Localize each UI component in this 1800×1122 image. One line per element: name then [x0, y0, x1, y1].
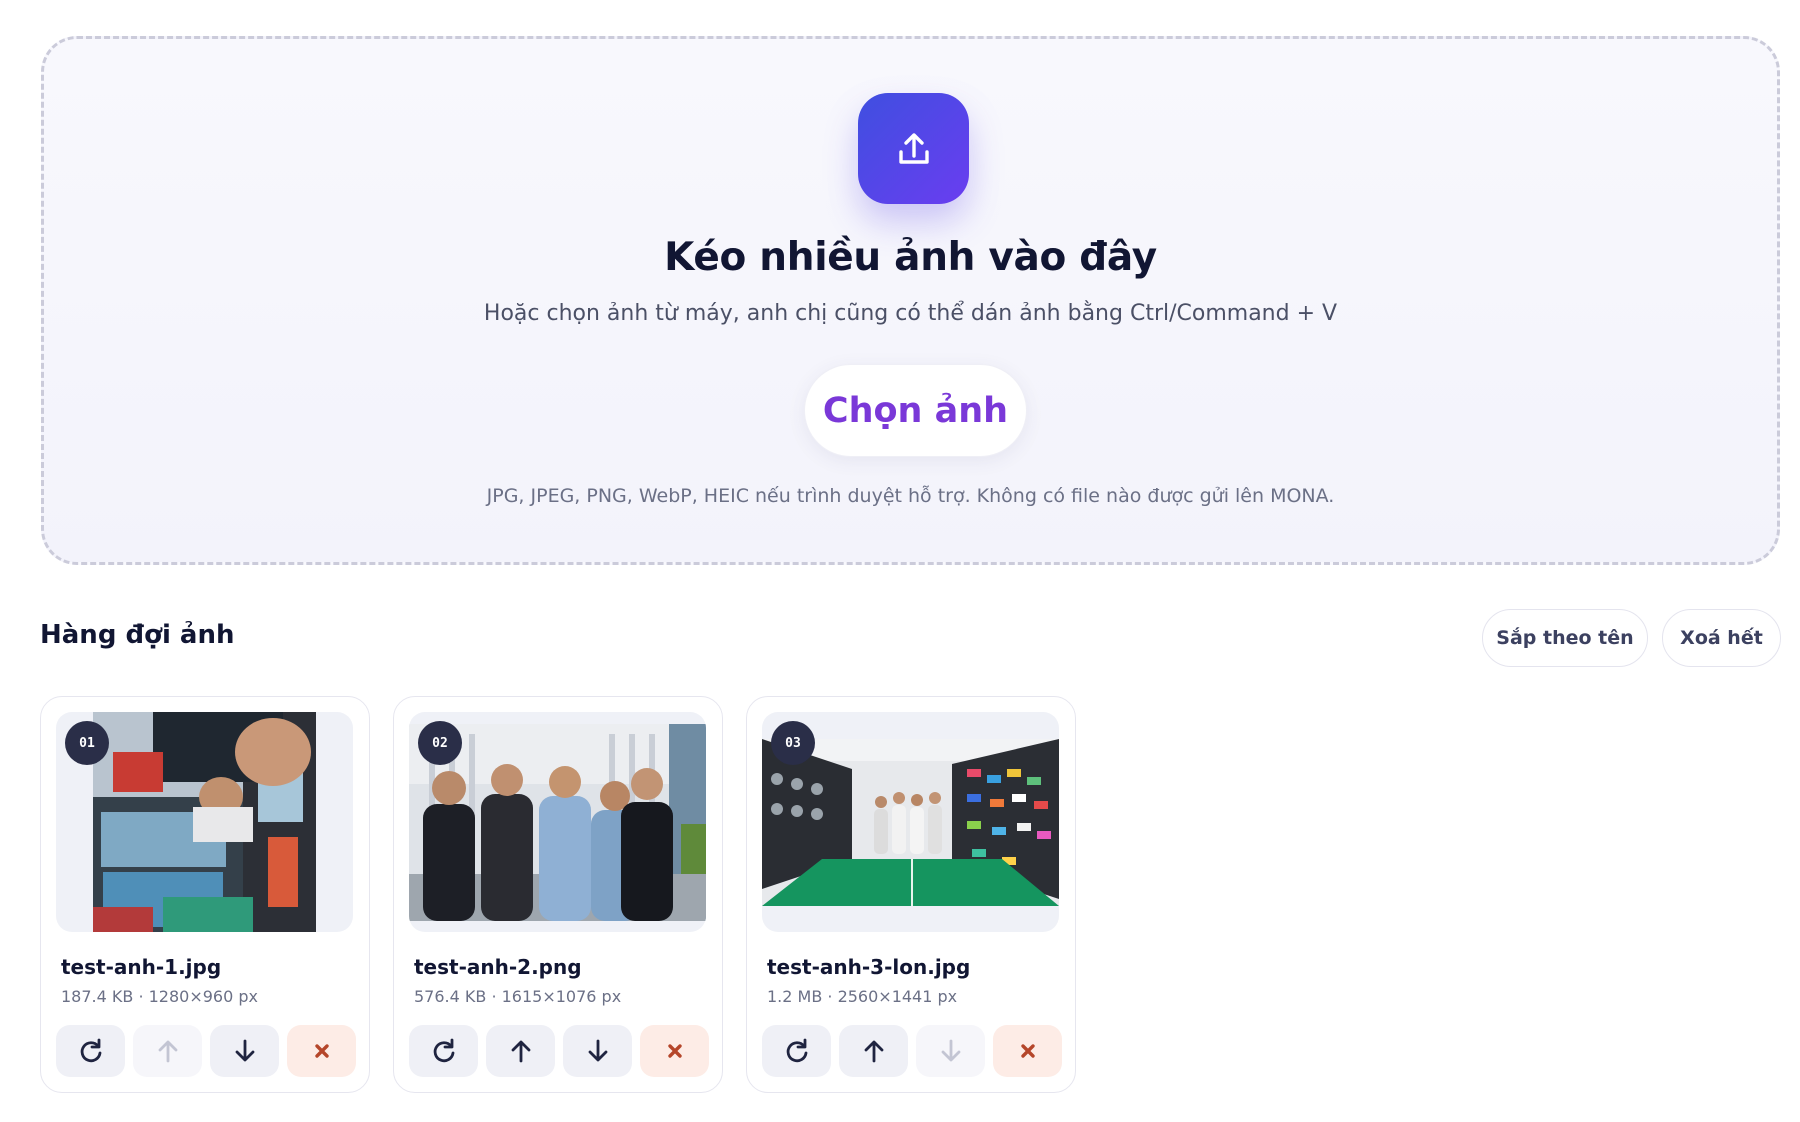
rotate-button[interactable] [56, 1025, 125, 1077]
queue-index-badge: 02 [418, 721, 462, 765]
file-meta: 187.4 KB · 1280×960 px [61, 987, 258, 1006]
queue-card: 01 test-anh-1.jpg 187.4 KB · 1280×960 px [40, 696, 370, 1093]
arrow-up-icon [158, 1040, 177, 1063]
remove-button[interactable] [993, 1025, 1062, 1077]
queue-card: 03 test-anh-3-lon.jpg 1.2 MB · 2560×1441… [746, 696, 1076, 1093]
image-dropzone[interactable]: Kéo nhiều ảnh vào đây Hoặc chọn ảnh từ m… [41, 36, 1780, 565]
move-down-button[interactable] [916, 1025, 985, 1077]
queue-title: Hàng đợi ảnh [40, 620, 235, 650]
rotate-button[interactable] [762, 1025, 831, 1077]
move-up-button[interactable] [133, 1025, 202, 1077]
sort-by-name-button[interactable]: Sắp theo tên [1482, 609, 1648, 667]
rotate-icon [80, 1038, 101, 1063]
arrow-down-icon [235, 1039, 254, 1062]
choose-images-button[interactable]: Chọn ảnh [804, 364, 1027, 457]
remove-button[interactable] [287, 1025, 356, 1077]
dropzone-title: Kéo nhiều ảnh vào đây [664, 235, 1157, 280]
file-meta: 1.2 MB · 2560×1441 px [767, 987, 958, 1006]
rotate-icon [433, 1038, 454, 1063]
queue-index-badge: 01 [65, 721, 109, 765]
move-down-button[interactable] [210, 1025, 279, 1077]
upload-icon [858, 93, 969, 204]
queue-card: 02 test-anh-2.png 576.4 KB · 1615×1076 p… [393, 696, 723, 1093]
arrow-down-icon [588, 1039, 607, 1062]
rotate-button[interactable] [409, 1025, 478, 1077]
remove-button[interactable] [640, 1025, 709, 1077]
arrow-up-icon [511, 1040, 530, 1063]
move-up-button[interactable] [839, 1025, 908, 1077]
move-up-button[interactable] [486, 1025, 555, 1077]
image-thumbnail: 02 [409, 712, 706, 932]
remove-icon [667, 1044, 682, 1058]
clear-all-button[interactable]: Xoá hết [1662, 609, 1781, 667]
file-name: test-anh-3-lon.jpg [767, 955, 971, 979]
file-name: test-anh-2.png [414, 955, 582, 979]
image-thumbnail: 01 [56, 712, 353, 932]
move-down-button[interactable] [563, 1025, 632, 1077]
file-name: test-anh-1.jpg [61, 955, 222, 979]
arrow-up-icon [864, 1040, 883, 1063]
file-meta: 576.4 KB · 1615×1076 px [414, 987, 622, 1006]
dropzone-subtitle: Hoặc chọn ảnh từ máy, anh chị cũng có th… [483, 301, 1338, 326]
rotate-icon [786, 1038, 807, 1063]
queue-index-badge: 03 [771, 721, 815, 765]
dropzone-note: JPG, JPEG, PNG, WebP, HEIC nếu trình duy… [486, 485, 1335, 507]
remove-icon [314, 1044, 329, 1058]
remove-icon [1020, 1044, 1035, 1058]
image-thumbnail: 03 [762, 712, 1059, 932]
arrow-down-icon [941, 1039, 960, 1062]
